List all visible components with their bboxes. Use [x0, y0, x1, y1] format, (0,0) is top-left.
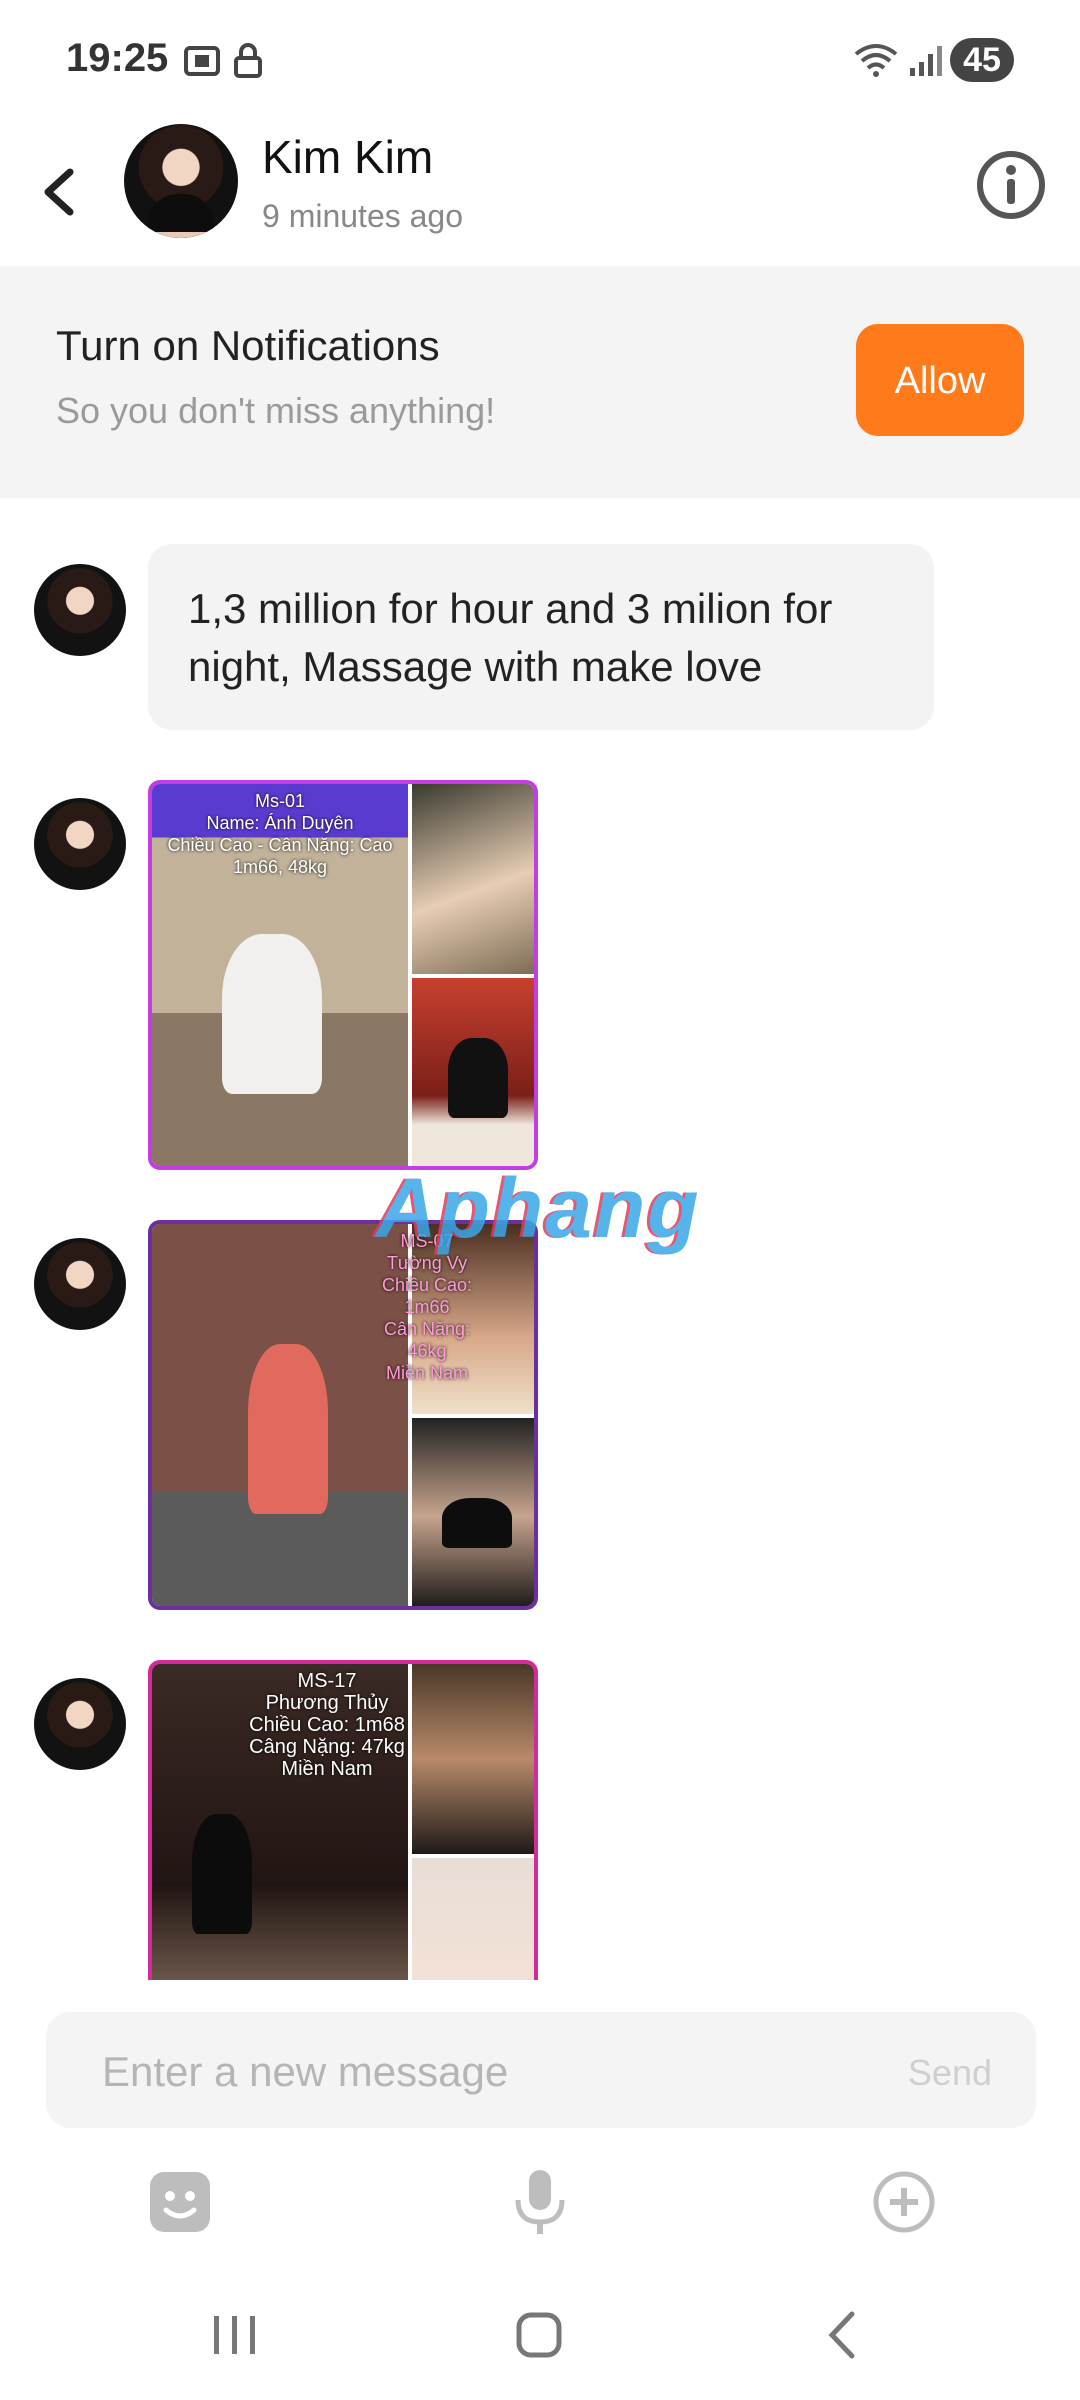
recent-apps-icon[interactable]	[200, 2300, 270, 2370]
nav-back-icon[interactable]	[808, 2300, 878, 2370]
figure-shape	[248, 1344, 328, 1514]
image-panel	[412, 1418, 534, 1606]
image-panel	[412, 978, 534, 1166]
status-bar: 19:25 45	[0, 0, 1080, 120]
message-image[interactable]: MS-17 Phương Thủy Chiều Cao: 1m68 Câng N…	[148, 1660, 538, 1980]
sender-avatar[interactable]	[34, 564, 126, 656]
message-input[interactable]: Enter a new message Send	[46, 2012, 1036, 2128]
chat-header: Kim Kim 9 minutes ago	[0, 120, 1080, 266]
message-input-placeholder: Enter a new message	[102, 2048, 509, 2095]
image-panel	[412, 1858, 534, 1980]
status-time: 19:25	[66, 36, 169, 80]
send-button[interactable]: Send	[908, 2052, 992, 2094]
lock-icon	[234, 43, 262, 78]
microphone-icon[interactable]	[500, 2162, 580, 2242]
allow-notifications-button[interactable]: Allow	[856, 324, 1024, 436]
info-icon[interactable]	[974, 148, 1048, 222]
figure-shape	[222, 934, 322, 1094]
notification-banner: Turn on Notifications So you don't miss …	[0, 266, 1080, 498]
contact-name[interactable]: Kim Kim	[262, 130, 433, 184]
plus-circle-icon[interactable]	[864, 2162, 944, 2242]
notification-subtitle: So you don't miss anything!	[56, 390, 496, 431]
image-panel	[412, 784, 534, 974]
sender-avatar[interactable]	[34, 1238, 126, 1330]
watermark: Aphang	[376, 1161, 701, 1255]
contact-avatar[interactable]	[124, 124, 238, 238]
system-navigation-bar	[0, 2270, 1080, 2400]
message-image[interactable]: Ms-01 Name: Ánh Duyên Chiều Cao - Cân Nặ…	[148, 780, 538, 1170]
emoji-icon[interactable]	[140, 2162, 220, 2242]
signal-icon	[910, 46, 942, 76]
figure-shape	[448, 1038, 508, 1118]
image-caption: Ms-01 Name: Ánh Duyên Chiều Cao - Cân Nặ…	[167, 791, 393, 877]
battery-indicator: 45	[950, 38, 1014, 82]
screenshot-icon	[184, 46, 220, 76]
figure-shape	[192, 1814, 252, 1934]
sender-avatar[interactable]	[34, 1678, 126, 1770]
last-seen-status: 9 minutes ago	[262, 198, 464, 234]
message-image[interactable]: MS-07 Tường Vy Chiều Cao: 1m66 Cân Nặng:…	[148, 1220, 538, 1610]
sender-avatar[interactable]	[34, 798, 126, 890]
image-caption: MS-17 Phương Thủy Chiều Cao: 1m68 Câng N…	[249, 1670, 405, 1780]
back-arrow-icon[interactable]	[30, 152, 90, 232]
figure-shape	[442, 1498, 512, 1548]
wifi-icon	[854, 44, 898, 77]
notification-title: Turn on Notifications	[56, 322, 440, 369]
message-bubble[interactable]: 1,3 million for hour and 3 milion for ni…	[148, 544, 934, 730]
home-icon[interactable]	[504, 2300, 574, 2370]
